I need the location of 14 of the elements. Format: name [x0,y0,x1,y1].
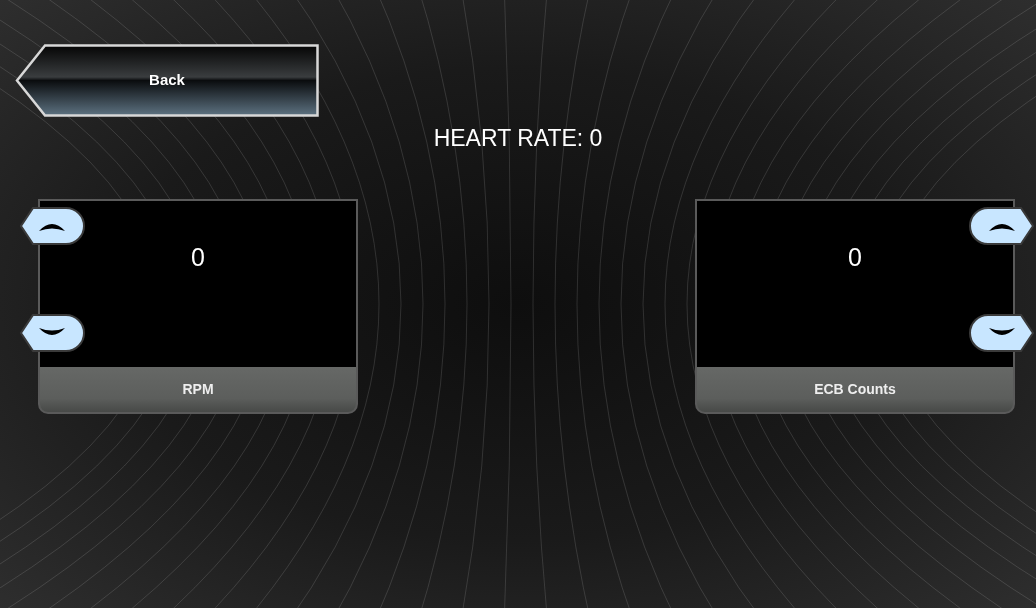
up-caret-icon [989,224,1015,231]
value-readout: 0 [848,242,862,272]
back-button[interactable]: Back [15,44,319,117]
down-caret-icon [39,328,65,335]
value-readout: 0 [191,242,205,272]
down-caret-icon [989,328,1015,335]
increment-button[interactable] [19,207,85,245]
increment-button[interactable] [969,207,1035,245]
decrement-button[interactable] [19,314,85,352]
panel-label: ECB Counts [814,380,896,399]
panel-label: RPM [182,380,214,399]
decrement-button[interactable] [969,314,1035,352]
heading: HEART RATE: 0 [433,124,603,152]
up-caret-icon [39,224,65,231]
